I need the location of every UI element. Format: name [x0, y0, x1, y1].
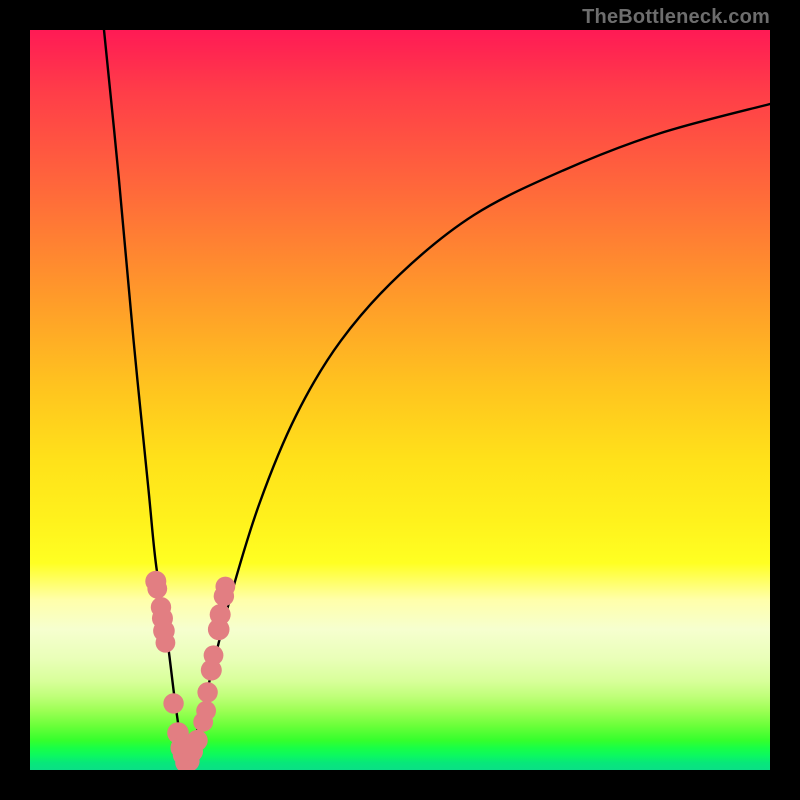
watermark-text: TheBottleneck.com: [582, 6, 770, 29]
data-marker: [147, 579, 167, 599]
data-marker: [156, 633, 176, 653]
data-markers: [145, 571, 235, 770]
data-marker: [163, 693, 183, 713]
data-marker: [215, 577, 235, 597]
data-marker: [187, 730, 208, 751]
chart-frame: TheBottleneck.com: [0, 0, 800, 800]
plot-area: [30, 30, 770, 770]
curve-layer: [30, 30, 770, 770]
data-marker: [196, 701, 216, 721]
data-marker: [197, 682, 217, 702]
data-marker: [210, 604, 231, 625]
right-branch-path: [185, 104, 770, 770]
left-branch-path: [104, 30, 185, 770]
data-marker: [204, 645, 224, 665]
